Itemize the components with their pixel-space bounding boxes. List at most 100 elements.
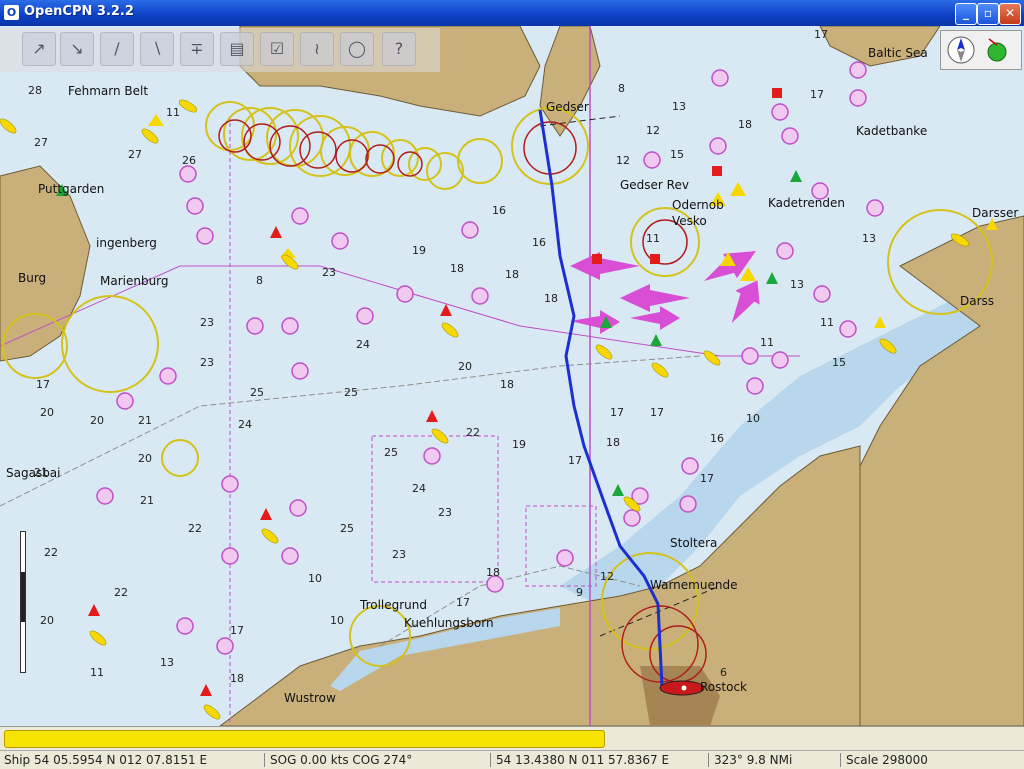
depth-sounding: 18 bbox=[606, 436, 620, 449]
status-bar: Ship 54 05.5954 N 012 07.8151 E SOG 0.00… bbox=[0, 750, 1024, 769]
depth-sounding: 23 bbox=[392, 548, 406, 561]
depth-sounding: 28 bbox=[28, 84, 42, 97]
depth-sounding: 15 bbox=[670, 148, 684, 161]
chart-canvas[interactable]: Fehmarn Belt Gedser Baltic Sea Kadetbank… bbox=[0, 26, 1024, 726]
depth-sounding: 15 bbox=[832, 356, 846, 369]
depth-sounding: 21 bbox=[34, 466, 48, 479]
zoom-out-icon[interactable]: ↘ bbox=[60, 32, 94, 66]
depth-sounding: 18 bbox=[505, 268, 519, 281]
follow-icon[interactable]: ▤ bbox=[220, 32, 254, 66]
route-icon[interactable]: ∓ bbox=[180, 32, 214, 66]
depth-sounding: 25 bbox=[384, 446, 398, 459]
depth-sounding: 27 bbox=[34, 136, 48, 149]
depth-sounding: 17 bbox=[700, 472, 714, 485]
depth-sounding: 22 bbox=[44, 546, 58, 559]
close-button[interactable]: ✕ bbox=[999, 3, 1021, 25]
status-cursor-position: 54 13.4380 N 011 57.8367 E bbox=[496, 753, 670, 767]
depth-sounding: 13 bbox=[790, 278, 804, 291]
lifebuoy-icon[interactable]: ◯ bbox=[340, 32, 374, 66]
depth-sounding: 18 bbox=[500, 378, 514, 391]
place-label: Kuehlungsborn bbox=[404, 616, 494, 630]
tracking-icon[interactable]: ≀ bbox=[300, 32, 334, 66]
place-label: Trollegrund bbox=[360, 598, 428, 612]
depth-sounding: 8 bbox=[618, 82, 625, 95]
compass-widget[interactable] bbox=[940, 30, 1022, 70]
window-title: OpenCPN 3.2.2 bbox=[24, 4, 134, 19]
depth-sounding: 11 bbox=[90, 666, 104, 679]
depth-sounding: 16 bbox=[710, 432, 724, 445]
depth-sounding: 18 bbox=[230, 672, 244, 685]
place-label: Stoltera bbox=[670, 536, 718, 550]
depth-sounding: 25 bbox=[340, 522, 354, 535]
depth-sounding: 10 bbox=[330, 614, 344, 627]
main-toolbar: ↗ ↘ ∕ ∖ ∓ ▤ ☑ ≀ ◯ ? bbox=[0, 28, 440, 72]
status-bearing-distance: 323° 9.8 NMi bbox=[714, 753, 793, 767]
place-label: Fehmarn Belt bbox=[68, 84, 149, 98]
place-label: Burg bbox=[18, 271, 47, 285]
depth-sounding: 6 bbox=[720, 666, 727, 679]
depth-sounding: 11 bbox=[760, 336, 774, 349]
depth-sounding: 27 bbox=[128, 148, 142, 161]
depth-sounding: 17 bbox=[650, 406, 664, 419]
depth-sounding: 23 bbox=[322, 266, 336, 279]
progress-bar bbox=[0, 726, 1024, 751]
depth-sounding: 21 bbox=[140, 494, 154, 507]
place-label: Kadetrenden bbox=[768, 196, 845, 210]
depth-sounding: 11 bbox=[646, 232, 660, 245]
place-label: Gedser Rev bbox=[620, 178, 689, 192]
place-label: Warnemuende bbox=[650, 578, 738, 592]
depth-sounding: 13 bbox=[672, 100, 686, 113]
place-label: Rostock bbox=[700, 680, 747, 694]
title-bar: O OpenCPN 3.2.2 _ ▫ ✕ bbox=[0, 0, 1024, 26]
depth-sounding: 13 bbox=[862, 232, 876, 245]
scale-out-icon[interactable]: ∖ bbox=[140, 32, 174, 66]
depth-sounding: 20 bbox=[458, 360, 472, 373]
depth-sounding: 24 bbox=[238, 418, 252, 431]
depth-sounding: 10 bbox=[746, 412, 760, 425]
depth-sounding: 17 bbox=[36, 378, 50, 391]
depth-sounding: 19 bbox=[412, 244, 426, 257]
place-label: Gedser bbox=[546, 100, 589, 114]
place-label: Wustrow bbox=[284, 691, 336, 705]
depth-sounding: 24 bbox=[412, 482, 426, 495]
minimize-button[interactable]: _ bbox=[955, 3, 977, 25]
place-label: Puttgarden bbox=[38, 182, 105, 196]
zoom-in-icon[interactable]: ↗ bbox=[22, 32, 56, 66]
depth-sounding: 11 bbox=[166, 106, 180, 119]
place-label: ingenberg bbox=[96, 236, 157, 250]
scale-in-icon[interactable]: ∕ bbox=[100, 32, 134, 66]
status-scale: Scale 298000 bbox=[846, 753, 928, 767]
depth-sounding: 22 bbox=[466, 426, 480, 439]
depth-sounding: 10 bbox=[308, 572, 322, 585]
depth-sounding: 19 bbox=[512, 438, 526, 451]
app-icon: O bbox=[4, 5, 19, 20]
depth-sounding: 17 bbox=[230, 624, 244, 637]
depth-sounding: 9 bbox=[576, 586, 583, 599]
progress-fill bbox=[4, 730, 606, 748]
depth-sounding: 20 bbox=[138, 452, 152, 465]
depth-sounding: 12 bbox=[616, 154, 630, 167]
scale-bar bbox=[20, 531, 26, 673]
depth-sounding: 17 bbox=[814, 28, 828, 41]
help-icon[interactable]: ? bbox=[382, 32, 416, 66]
place-label: Marienburg bbox=[100, 274, 169, 288]
depth-sounding: 18 bbox=[450, 262, 464, 275]
compass-icon bbox=[947, 36, 1007, 64]
status-separator bbox=[840, 753, 841, 767]
depth-sounding: 12 bbox=[646, 124, 660, 137]
depth-sounding: 17 bbox=[456, 596, 470, 609]
depth-sounding: 22 bbox=[114, 586, 128, 599]
status-sog-cog: SOG 0.00 kts COG 274° bbox=[270, 753, 413, 767]
depth-sounding: 17 bbox=[810, 88, 824, 101]
depth-sounding: 12 bbox=[600, 570, 614, 583]
depth-sounding: 18 bbox=[544, 292, 558, 305]
depth-sounding: 23 bbox=[200, 316, 214, 329]
depth-sounding: 26 bbox=[182, 154, 196, 167]
depth-sounding: 8 bbox=[256, 274, 263, 287]
depth-sounding: 11 bbox=[820, 316, 834, 329]
maximize-button[interactable]: ▫ bbox=[977, 3, 999, 25]
own-ship-center bbox=[681, 685, 687, 691]
depth-sounding: 20 bbox=[90, 414, 104, 427]
settings-icon[interactable]: ☑ bbox=[260, 32, 294, 66]
depth-sounding: 13 bbox=[160, 656, 174, 669]
